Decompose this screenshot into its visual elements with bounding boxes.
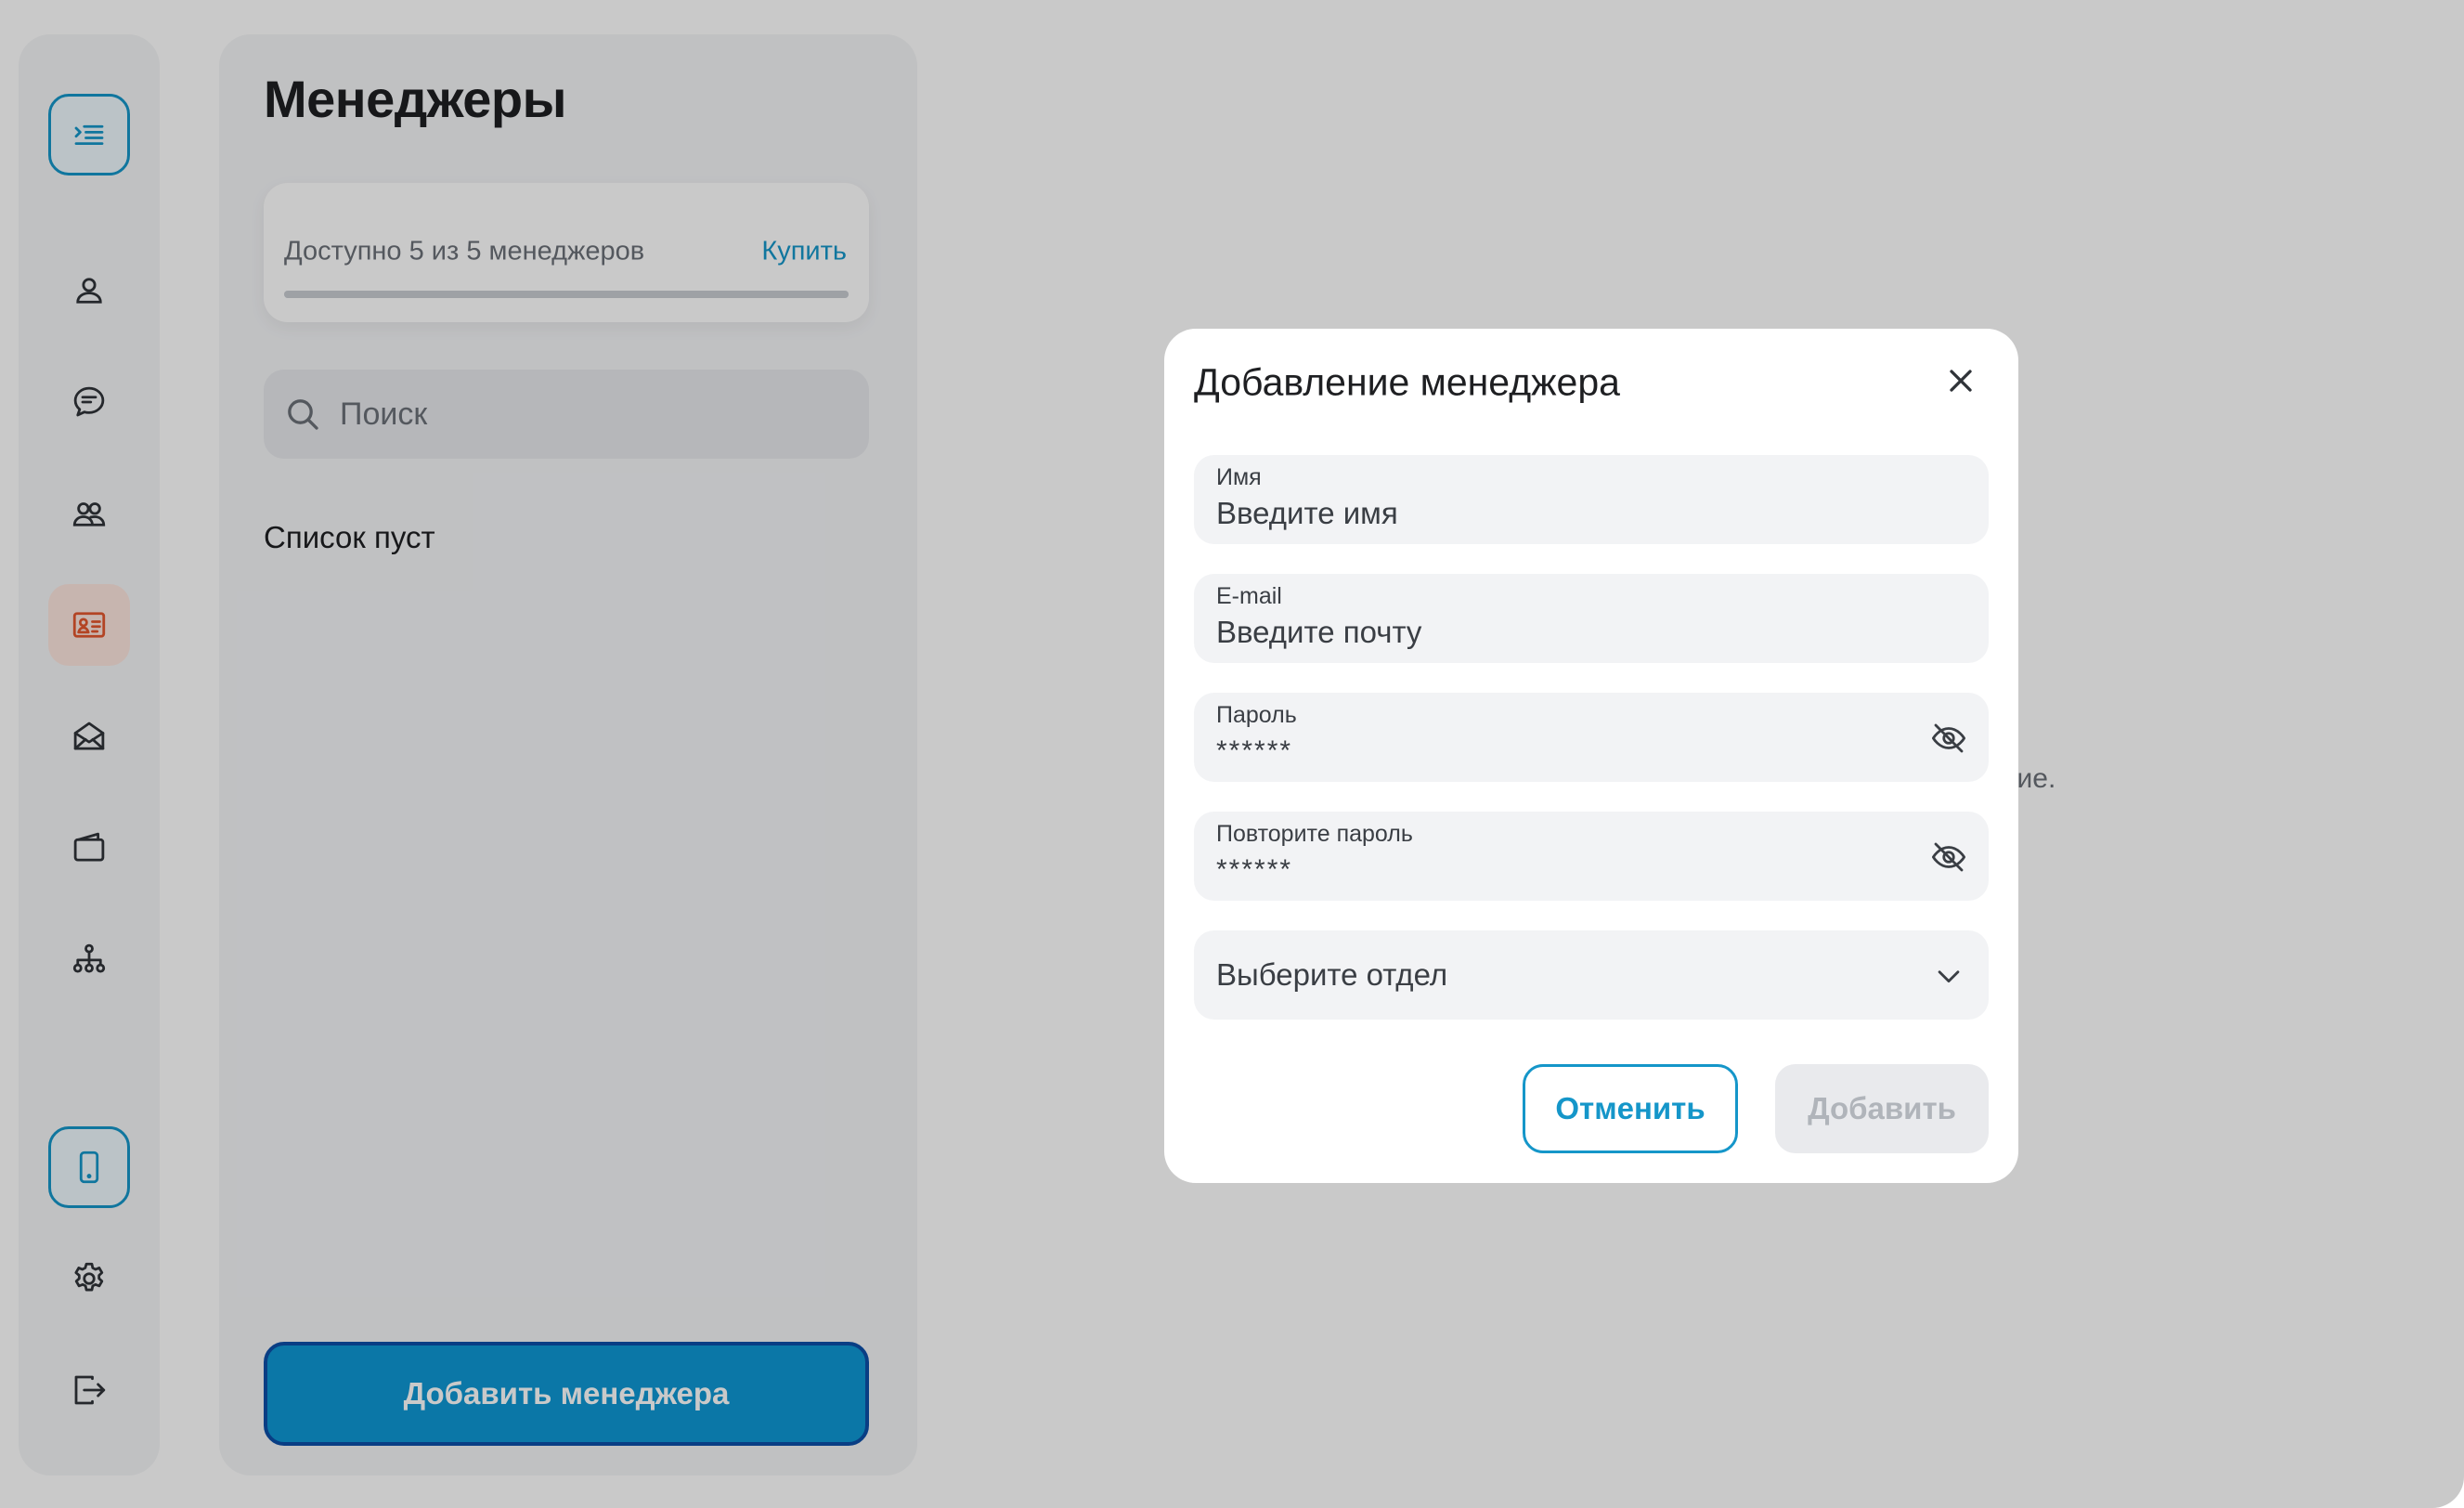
- email-field-placeholder: Введите почту: [1216, 615, 1422, 649]
- password-field-value: ******: [1216, 735, 1293, 766]
- department-select[interactable]: Выберите отдел: [1194, 930, 1989, 1020]
- add-manager-dialog: Добавление менеджера Имя Введите имя E-m…: [1164, 329, 2018, 1183]
- eye-off-icon[interactable]: [1929, 719, 1968, 758]
- password-repeat-field-value: ******: [1216, 854, 1293, 885]
- password-repeat-field[interactable]: Повторите пароль ******: [1194, 812, 1989, 901]
- email-field[interactable]: E-mail Введите почту: [1194, 574, 1989, 663]
- name-field-label: Имя: [1216, 464, 1262, 490]
- password-repeat-field-label: Повторите пароль: [1216, 821, 1413, 847]
- chevron-down-icon: [1938, 970, 1960, 983]
- dialog-title: Добавление менеджера: [1194, 360, 1620, 404]
- cancel-button[interactable]: Отменить: [1523, 1064, 1738, 1153]
- department-select-placeholder: Выберите отдел: [1216, 957, 1448, 992]
- add-button[interactable]: Добавить: [1775, 1064, 1989, 1153]
- password-field[interactable]: Пароль ******: [1194, 693, 1989, 782]
- email-field-label: E-mail: [1216, 583, 1282, 609]
- name-field[interactable]: Имя Введите имя: [1194, 455, 1989, 544]
- name-field-placeholder: Введите имя: [1216, 496, 1398, 530]
- eye-off-icon[interactable]: [1929, 838, 1968, 877]
- password-field-label: Пароль: [1216, 702, 1297, 728]
- close-icon[interactable]: [1942, 362, 1979, 399]
